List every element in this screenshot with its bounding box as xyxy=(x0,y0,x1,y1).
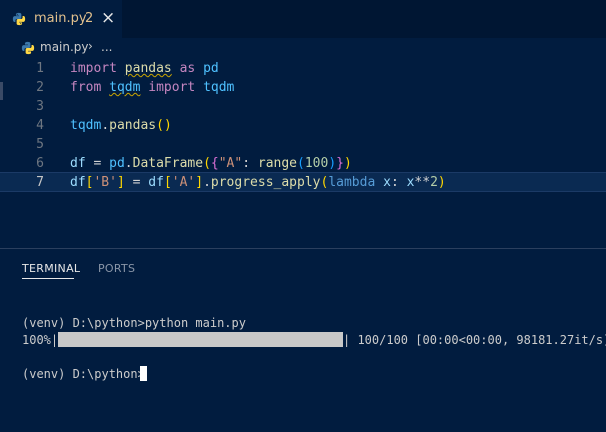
code-line-6: df = pd.DataFrame({"A": range(100)}) xyxy=(70,156,352,171)
progress-prefix: 100%| xyxy=(22,333,59,347)
terminal-cursor xyxy=(140,366,147,381)
line-number: 3 xyxy=(36,99,44,114)
problems-count-badge: 2 xyxy=(85,11,94,26)
python-file-icon xyxy=(21,41,35,55)
progress-bar xyxy=(58,332,343,347)
line-number: 2 xyxy=(36,80,44,95)
tab-main-py[interactable]: main.py 2 × xyxy=(0,0,122,38)
close-icon[interactable]: × xyxy=(101,8,115,28)
terminal-prompt: (venv) D:\python> xyxy=(22,367,145,381)
line-number: 5 xyxy=(36,137,44,152)
code-line-7: df['B'] = df['A'].progress_apply(lambda … xyxy=(70,175,446,190)
gutter-change-marker xyxy=(0,82,3,100)
line-number: 1 xyxy=(36,61,44,76)
tab-filename: main.py xyxy=(34,11,87,26)
code-line-2: from tqdm import tqdm xyxy=(70,80,235,95)
line-number-active: 7 xyxy=(36,175,44,190)
code-line-4: tqdm.pandas() xyxy=(70,118,172,133)
tab-terminal[interactable]: TERMINAL xyxy=(22,262,80,275)
code-line-1: import pandas as pd xyxy=(70,61,219,76)
breadcrumb-symbols[interactable]: ... xyxy=(101,40,112,54)
breadcrumb-file[interactable]: main.py xyxy=(40,40,89,54)
active-tab-indicator xyxy=(22,278,74,279)
tab-ports[interactable]: PORTS xyxy=(98,262,135,275)
terminal-command-line: (venv) D:\python>python main.py xyxy=(22,316,246,330)
line-number: 6 xyxy=(36,156,44,171)
progress-stats: | 100/100 [00:00<00:00, 98181.27it/s] xyxy=(343,333,606,347)
line-number: 4 xyxy=(36,118,44,133)
python-file-icon xyxy=(12,12,26,26)
chevron-right-icon: › xyxy=(88,39,93,53)
